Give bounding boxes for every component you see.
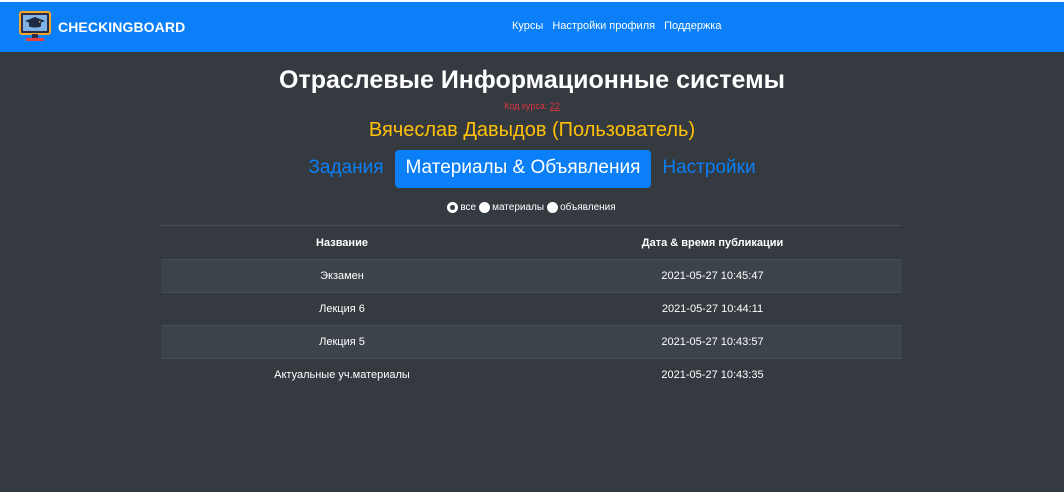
nav-links: Курсы Настройки профиля Поддержка — [512, 20, 721, 32]
filter-all: все — [447, 202, 476, 213]
row-name[interactable]: Актуальные уч.материалы — [161, 369, 523, 381]
brand-link[interactable]: CHECKINGBOARD — [18, 10, 185, 44]
filter-materials-label: материалы — [492, 202, 545, 213]
tab-materials-announcements[interactable]: Материалы & Объявления — [394, 150, 652, 188]
filter-materials-radio[interactable] — [479, 202, 491, 213]
table-row[interactable]: Актуальные уч.материалы 2021-05-27 10:43… — [161, 358, 902, 391]
filter-materials: материалы — [479, 202, 544, 213]
nav-support-link[interactable]: Поддержка — [664, 20, 721, 32]
course-code: Код курса: 22 — [0, 101, 1064, 111]
row-name[interactable]: Лекция 5 — [161, 336, 523, 348]
row-date: 2021-05-27 10:43:57 — [661, 336, 764, 348]
table-row[interactable]: Лекция 5 2021-05-27 10:43:57 — [161, 325, 902, 358]
filter-announcements-radio[interactable] — [547, 202, 559, 213]
filter-all-radio[interactable] — [447, 202, 459, 213]
row-date: 2021-05-27 10:44:11 — [661, 303, 764, 315]
table-header: Название Дата & время публикации — [161, 226, 902, 259]
user-name: Вячеслав Давыдов (Пользователь) — [368, 119, 696, 141]
tab-assignments[interactable]: Задания — [297, 150, 394, 188]
table-row[interactable]: Лекция 6 2021-05-27 10:44:11 — [161, 292, 902, 325]
header-name: Название — [316, 236, 368, 249]
filter-radio-group: все материалы объявления — [0, 202, 1064, 213]
nav-profile-settings-link[interactable]: Настройки профиля — [552, 20, 655, 32]
brand-name: CHECKINGBOARD — [58, 19, 186, 35]
course-code-value[interactable]: 22 — [550, 101, 560, 111]
materials-table: Название Дата & время публикации Экзамен… — [161, 225, 902, 391]
course-tabs: Задания Материалы & Объявления Настройки — [0, 150, 1064, 188]
filter-all-label: все — [460, 202, 477, 213]
filter-announcements-label: объявления — [560, 202, 616, 213]
nav-courses-link[interactable]: Курсы — [512, 20, 543, 32]
graduation-monitor-icon — [19, 11, 51, 41]
row-name[interactable]: Лекция 6 — [161, 303, 523, 315]
top-navbar: CHECKINGBOARD Курсы Настройки профиля По… — [0, 0, 1064, 52]
filter-announcements: объявления — [547, 202, 616, 213]
row-date: 2021-05-27 10:45:47 — [661, 270, 764, 282]
course-title: Отраслевые Информационные системы — [279, 66, 785, 94]
tab-settings[interactable]: Настройки — [651, 150, 766, 188]
row-date: 2021-05-27 10:43:35 — [661, 369, 764, 381]
header-date: Дата & время публикации — [641, 236, 784, 249]
course-code-label: Код курса: — [504, 101, 548, 111]
table-row[interactable]: Экзамен 2021-05-27 10:45:47 — [161, 259, 902, 292]
row-name[interactable]: Экзамен — [161, 270, 523, 282]
